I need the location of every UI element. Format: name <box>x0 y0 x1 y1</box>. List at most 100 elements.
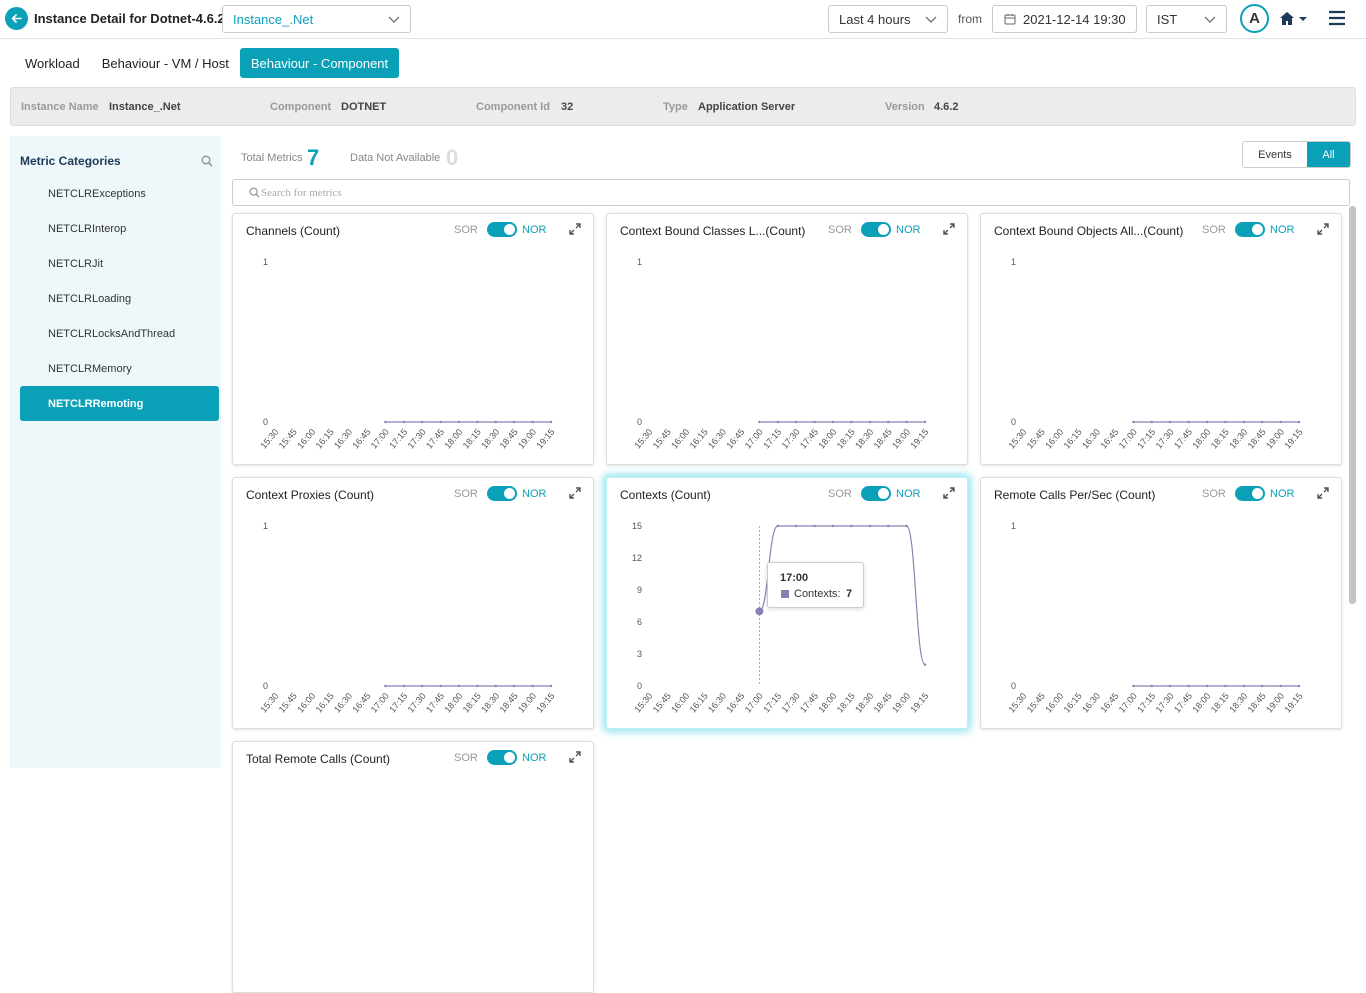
type-value: Application Server <box>698 101 796 113</box>
x-tick-label: 18:30 <box>1227 691 1249 715</box>
y-tick-label: 1 <box>263 257 268 267</box>
nor-label: NOR <box>522 752 547 764</box>
x-tick-label: 16:15 <box>314 691 336 715</box>
chevron-down-icon <box>1204 16 1216 23</box>
sidebar-item-netclrmemory[interactable]: NETCLRMemory <box>20 351 219 386</box>
x-tick-label: 17:00 <box>369 427 391 451</box>
events-all-toggle: Events All <box>1242 141 1351 168</box>
x-tick-label: 18:45 <box>498 427 520 451</box>
line-chart: 0115:3015:4516:0016:1516:3016:4517:0017:… <box>1006 521 1304 715</box>
x-tick-label: 16:00 <box>1043 427 1065 451</box>
x-tick-label: 17:30 <box>1154 691 1176 715</box>
top-bar: Instance Detail for Dotnet-4.6.2 Instanc… <box>0 0 1366 39</box>
series-swatch <box>781 590 789 598</box>
data-point <box>795 420 798 424</box>
data-point <box>1132 420 1135 424</box>
metric-chart-card: Context Bound Objects All...(Count) SOR NO… <box>980 213 1342 465</box>
line-chart: 0115:3015:4516:0016:1516:3016:4517:0017:… <box>258 521 556 715</box>
all-button[interactable]: All <box>1307 142 1350 167</box>
metric-chart-card: Total Remote Calls (Count) SOR NOR <box>232 741 594 993</box>
tooltip-time: 17:00 <box>780 572 809 584</box>
data-point <box>1297 684 1301 688</box>
x-tick-label: 18:30 <box>853 691 875 715</box>
y-tick-label: 9 <box>637 585 642 595</box>
x-tick-label: 16:45 <box>350 691 372 715</box>
instance-select-value: .Net <box>289 11 314 27</box>
home-menu[interactable] <box>1279 10 1309 33</box>
metric-chart-card: Context Bound Classes L...(Count) SOR NOR 0… <box>606 213 968 465</box>
x-tick-label: 16:30 <box>332 691 354 715</box>
sidebar-item-netclrlocksandthread[interactable]: NETCLRLocksAndThread <box>20 316 219 351</box>
x-tick-label: 18:15 <box>835 691 857 715</box>
x-tick-label: 17:45 <box>1172 691 1194 715</box>
instance-name-value: Instance_.Net <box>109 101 181 113</box>
data-point <box>494 420 497 424</box>
component-value: DOTNET <box>341 101 387 113</box>
timezone-value: IST <box>1157 11 1178 27</box>
chart-tooltip: 17:00 Contexts: 7 <box>767 562 864 608</box>
tab-behaviour-vm-host[interactable]: Behaviour - VM / Host <box>91 48 240 78</box>
data-point <box>531 420 534 424</box>
y-tick-label: 0 <box>263 681 268 691</box>
x-tick-label: 18:00 <box>442 691 464 715</box>
data-point <box>1261 420 1264 424</box>
x-tick-label: 18:15 <box>1209 427 1231 451</box>
expand-icon[interactable] <box>569 751 581 763</box>
events-button[interactable]: Events <box>1243 142 1307 167</box>
x-tick-label: 18:15 <box>461 427 483 451</box>
x-tick-label: 17:00 <box>1117 691 1139 715</box>
y-tick-label: 0 <box>1011 681 1016 691</box>
x-tick-label: 16:00 <box>295 427 317 451</box>
x-tick-label: 19:00 <box>890 427 912 451</box>
data-point <box>421 684 424 688</box>
sidebar-item-netclrexceptions[interactable]: NETCLRExceptions <box>20 176 219 211</box>
x-tick-label: 17:15 <box>1135 427 1157 451</box>
data-point <box>384 684 387 688</box>
sidebar-item-netclrinterop[interactable]: NETCLRInterop <box>20 211 219 246</box>
x-tick-label: 18:30 <box>853 427 875 451</box>
time-range-select[interactable]: Last 4 hours <box>828 5 948 33</box>
data-point <box>905 420 908 424</box>
x-tick-label: 16:45 <box>724 427 746 451</box>
chevron-down-icon <box>925 16 937 23</box>
tooltip-value: 7 <box>846 588 853 600</box>
from-datetime-input[interactable]: 2021-12-14 19:30 <box>992 5 1137 33</box>
data-point <box>776 420 779 424</box>
x-tick-label: 17:45 <box>424 427 446 451</box>
data-point <box>813 524 816 528</box>
hamburger-menu-icon[interactable] <box>1328 10 1346 31</box>
x-tick-label: 19:00 <box>890 691 912 715</box>
search-icon[interactable] <box>201 155 213 167</box>
sidebar-item-netclrloading[interactable]: NETCLRLoading <box>20 281 219 316</box>
metric-chart-card: Remote Calls Per/Sec (Count) SOR NOR 0 1 15:3… <box>980 477 1342 729</box>
x-tick-label: 15:45 <box>651 427 673 451</box>
data-point <box>831 420 835 424</box>
back-arrow-icon[interactable] <box>5 7 28 30</box>
x-tick-label: 16:00 <box>295 691 317 715</box>
sidebar-item-netclrjit[interactable]: NETCLRJit <box>20 246 219 281</box>
instance-select[interactable]: Instance_ .Net <box>222 5 411 33</box>
data-point <box>1187 684 1190 688</box>
x-tick-label: 17:45 <box>798 427 820 451</box>
sidebar-item-netclrremoting[interactable]: NETCLRRemoting <box>20 386 219 421</box>
x-tick-label: 18:15 <box>835 427 857 451</box>
data-point <box>1132 684 1135 688</box>
data-point <box>1169 420 1172 424</box>
data-point <box>439 420 442 424</box>
x-tick-label: 17:00 <box>1117 427 1139 451</box>
y-tick-label: 1 <box>1011 521 1016 531</box>
tab-behaviour-component[interactable]: Behaviour - Component <box>239 48 400 78</box>
sor-nor-toggle[interactable] <box>487 750 517 765</box>
search-metrics-input[interactable]: Search for metrics <box>232 179 1350 206</box>
timezone-select[interactable]: IST <box>1146 5 1227 33</box>
x-tick-label: 16:15 <box>1062 691 1084 715</box>
data-point <box>402 420 405 424</box>
data-point <box>549 684 553 688</box>
user-avatar[interactable]: A <box>1240 4 1269 33</box>
y-tick-label: 1 <box>637 257 642 267</box>
scrollbar[interactable] <box>1349 206 1356 604</box>
x-tick-label: 17:00 <box>369 691 391 715</box>
time-range-value: Last 4 hours <box>839 11 911 27</box>
x-tick-label: 15:45 <box>1025 427 1047 451</box>
tab-workload[interactable]: Workload <box>14 48 91 78</box>
